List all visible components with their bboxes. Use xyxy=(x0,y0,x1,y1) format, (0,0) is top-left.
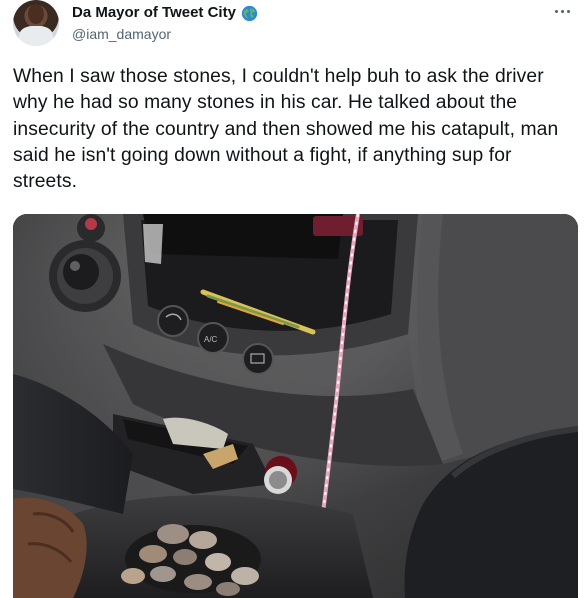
globe-icon xyxy=(241,5,258,21)
author-name-row[interactable]: Da Mayor of Tweet City xyxy=(72,4,258,22)
tweet-text: When I saw those stones, I couldn't help… xyxy=(13,66,559,193)
more-options-icon[interactable] xyxy=(555,6,575,16)
ac-button-label: A/C xyxy=(204,335,218,344)
avatar[interactable] xyxy=(13,0,59,46)
tweet-media-photo[interactable]: A/C xyxy=(13,214,578,598)
avatar-body xyxy=(19,26,53,46)
car-interior-photo: A/C xyxy=(13,214,578,598)
author-display-name[interactable]: Da Mayor of Tweet City xyxy=(72,4,236,22)
avatar-head xyxy=(28,4,44,24)
author-handle[interactable]: @iam_damayor xyxy=(72,25,258,43)
tweet-card[interactable]: Da Mayor of Tweet City @iam_damayor When… xyxy=(0,0,585,598)
tweet-header: Da Mayor of Tweet City @iam_damayor xyxy=(72,4,258,44)
